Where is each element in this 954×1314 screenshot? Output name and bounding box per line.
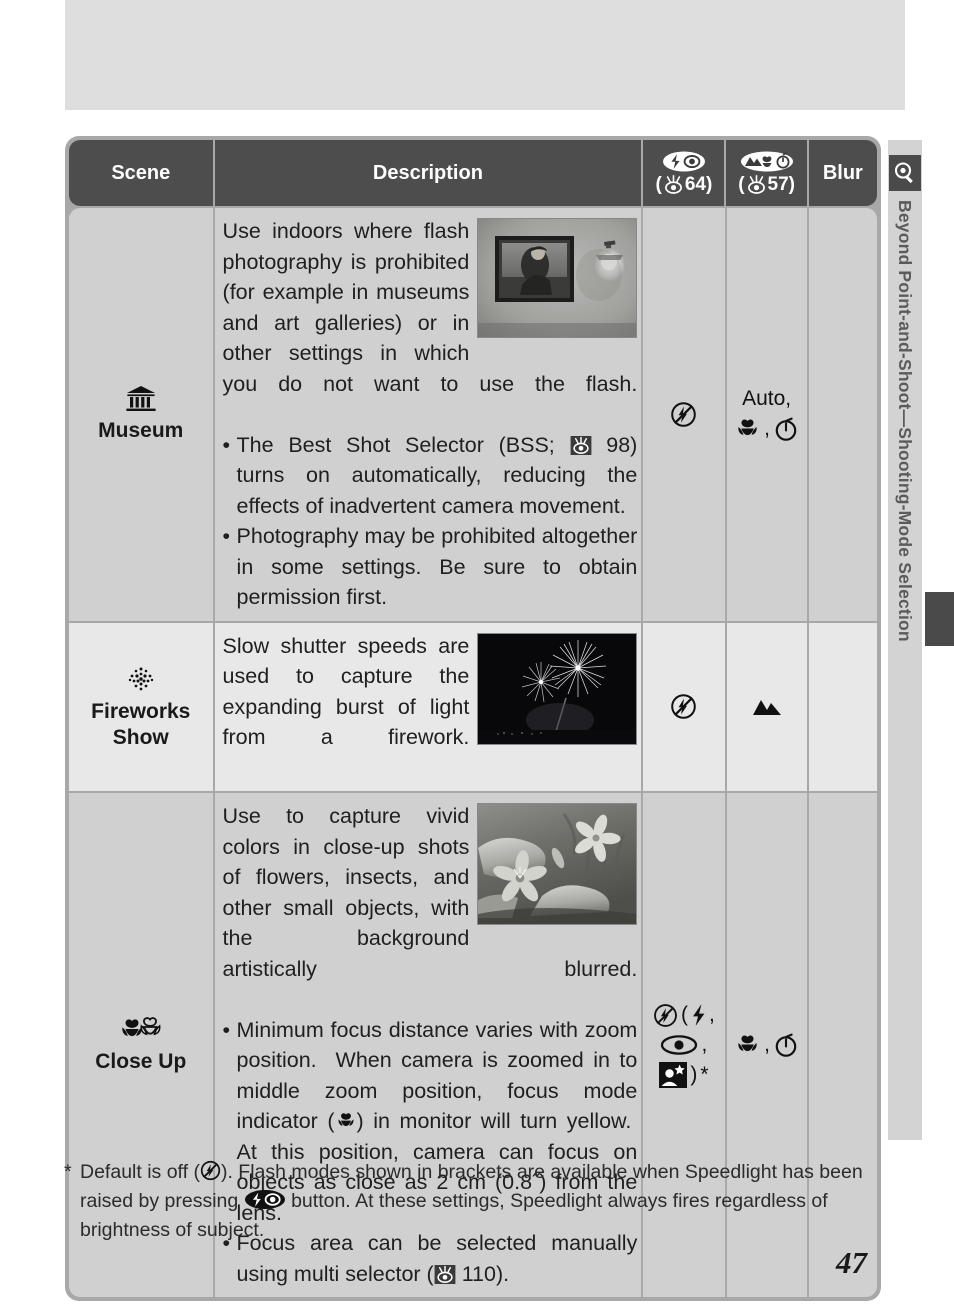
fireworks-icon	[124, 663, 158, 695]
bss-page-ref: 98	[606, 432, 631, 457]
scene-cell-museum: Museum	[69, 208, 213, 621]
header-label-blur: Blur	[822, 161, 863, 184]
header-flash-page-ref: ( 64 )	[655, 174, 713, 195]
macro-flower-icon	[734, 417, 761, 441]
footnote-asterisk: *	[64, 1161, 72, 1183]
header-cell-description: Description	[214, 140, 642, 206]
scene-name-museum: Museum	[98, 419, 184, 443]
flash-cell-fireworks	[643, 622, 725, 791]
description-cell-fireworks: Slow shutter speeds are used to capture …	[214, 622, 642, 791]
magnifier-icon	[889, 155, 921, 191]
bullet-dot-icon: •	[222, 524, 231, 548]
flash-off-icon	[670, 401, 697, 428]
infinity-mountain-icon	[750, 695, 784, 719]
flash-asterisk: *	[700, 1063, 709, 1086]
shooting-cell-museum: Auto, ,	[726, 208, 807, 621]
macro-flower-icon	[335, 1111, 357, 1131]
shooting-text-museum: Auto,	[742, 387, 792, 411]
night-portrait-icon	[659, 1062, 688, 1088]
fireworks-photo	[477, 632, 638, 745]
chapter-title: Beyond Point-and-Shoot—Shooting-Mode Sel…	[895, 200, 915, 642]
scene-name-closeup: Close Up	[95, 1050, 187, 1073]
description-bullet: • Photography may be prohibited altogeth…	[223, 521, 638, 613]
flash-cell-museum	[643, 208, 725, 621]
flash-off-icon	[670, 693, 697, 720]
header-shooting-page-ref: ( 57 )	[738, 174, 795, 195]
flash-redeye-icon	[662, 151, 706, 172]
header-label-scene: Scene	[111, 161, 171, 184]
self-timer-icon	[773, 1032, 799, 1058]
flash-off-icon	[653, 1003, 678, 1028]
eye-book-icon	[744, 174, 768, 195]
shooting-cell-fireworks	[726, 622, 807, 791]
close-up-flowers-icon	[119, 1015, 163, 1045]
header-cell-shooting: ( 57 )	[726, 140, 807, 206]
header-flash-page: 64	[684, 174, 706, 195]
blur-cell-fireworks	[808, 622, 877, 791]
description-bullet: • The Best Shot Selector (BSS; 98) turns…	[223, 430, 638, 522]
chapter-tab-marker	[925, 592, 954, 646]
header-cell-scene: Scene	[69, 140, 213, 206]
red-eye-icon	[660, 1034, 698, 1056]
table-header-row: Scene Description (64) (57) Blur	[69, 140, 877, 206]
description-cell-museum: Use indoors where flash photography is p…	[214, 208, 642, 621]
header-cell-blur: Blur	[808, 140, 877, 206]
eye-book-icon	[434, 1264, 456, 1284]
flowers-closeup-photo	[477, 803, 638, 925]
header-shooting-page: 57	[767, 174, 789, 195]
flash-off-icon	[200, 1160, 221, 1181]
header-cell-flash: ( 64 )	[643, 140, 725, 206]
page-number: 47	[836, 1245, 867, 1280]
museum-building-icon	[124, 384, 158, 414]
top-gray-band	[65, 0, 905, 110]
eye-book-icon	[661, 174, 685, 195]
blur-cell-museum	[808, 208, 877, 621]
footnote-part1: Default is off (	[80, 1161, 200, 1183]
mountain-flower-timer-icon	[740, 151, 794, 172]
self-timer-icon	[773, 416, 799, 442]
table-row: Fireworks Show Slow shutter speeds are u…	[69, 622, 877, 791]
scene-modes-table: Scene Description (64) (57) Blur Mus…	[65, 136, 881, 1301]
table-row: Museum Use indoors where flash photograp…	[69, 208, 877, 621]
focus-area-page-ref: 110	[461, 1261, 496, 1286]
macro-flower-icon	[734, 1033, 761, 1057]
flash-fill-icon	[691, 1003, 706, 1027]
flash-redeye-button-icon	[244, 1189, 286, 1210]
bullet-dot-icon: •	[222, 432, 231, 457]
eye-book-icon	[570, 435, 592, 455]
museum-painting-photo	[477, 218, 638, 338]
scene-cell-fireworks: Fireworks Show	[69, 622, 213, 791]
bullet-text-museum-2: Photography may be prohibited altogether…	[236, 524, 638, 609]
footnote: * Default is off (). Flash modes shown i…	[64, 1158, 886, 1245]
scene-name-fireworks: Fireworks Show	[91, 699, 191, 749]
header-label-description: Description	[372, 161, 483, 184]
